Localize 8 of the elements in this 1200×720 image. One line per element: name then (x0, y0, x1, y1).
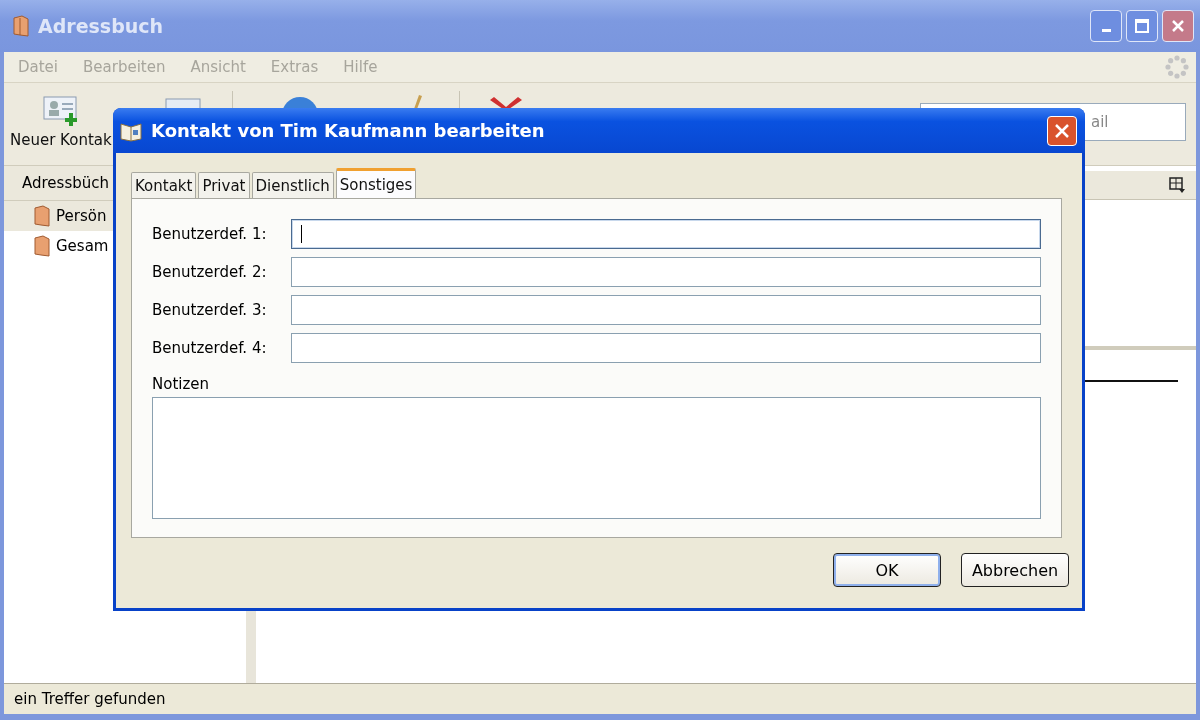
field-label: Benutzerdef. 4: (152, 339, 268, 357)
field-label: Benutzerdef. 1: (152, 225, 268, 243)
status-text: ein Treffer gefunden (4, 683, 1196, 714)
dialog-title: Kontakt von Tim Kaufmann bearbeiten (151, 120, 546, 141)
field-label: Benutzerdef. 3: (152, 301, 268, 319)
window-title: Adressbuch (38, 15, 165, 37)
field-label: Benutzerdef. 2: (152, 263, 268, 281)
notes-label: Notizen (152, 375, 211, 393)
